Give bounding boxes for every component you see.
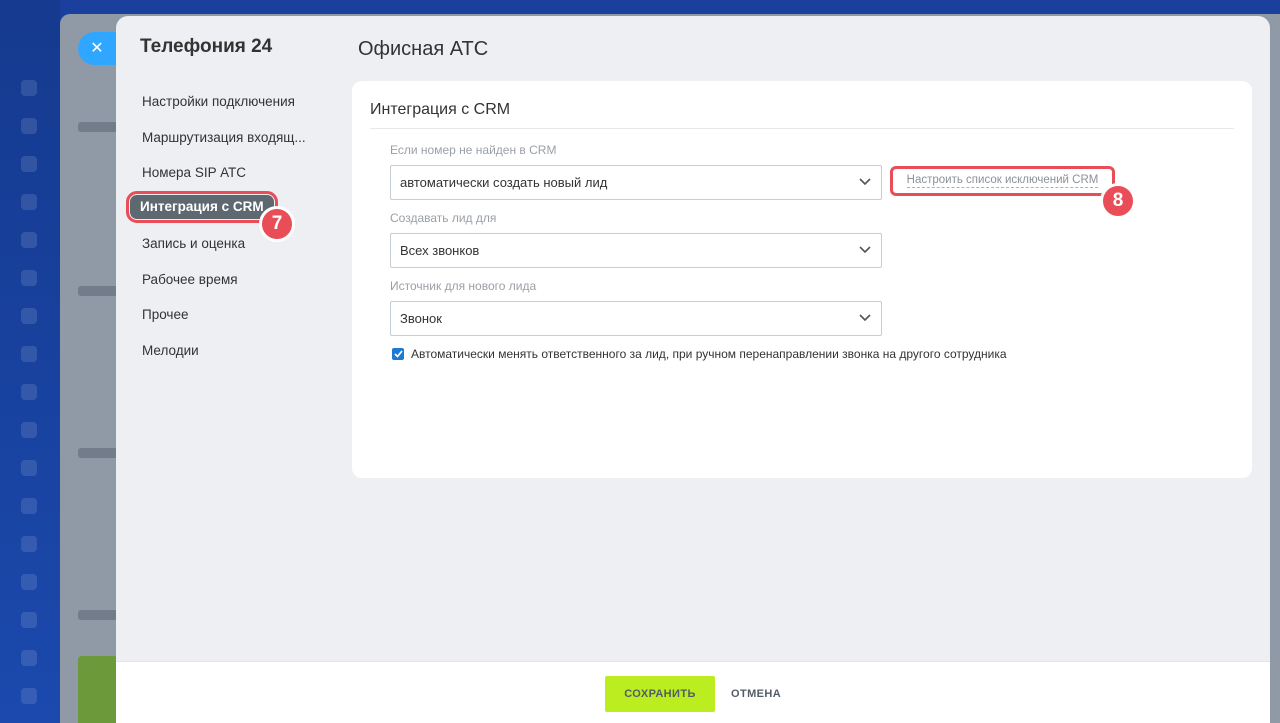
sidebar-item-routing[interactable]: Маршрутизация входящ... bbox=[130, 124, 330, 160]
chevron-down-icon bbox=[859, 246, 871, 254]
step-badge-8: 8 bbox=[1100, 183, 1136, 219]
auto-change-label: Автоматически менять ответственного за л… bbox=[411, 347, 1007, 361]
settings-slider-panel: Телефония 24 Настройки подключения Маршр… bbox=[116, 16, 1270, 723]
crm-integration-card: Интеграция с CRM Если номер не найден в … bbox=[352, 81, 1252, 478]
auto-change-checkbox[interactable] bbox=[392, 348, 404, 360]
sidebar-item-connection[interactable]: Настройки подключения bbox=[130, 88, 330, 124]
create-for-label: Создавать лид для bbox=[390, 211, 497, 225]
close-slider-button[interactable]: ✕ bbox=[78, 32, 118, 65]
exceptions-link-text: Настроить список исключений CRM bbox=[906, 174, 1099, 188]
sidebar-item-work-time[interactable]: Рабочее время bbox=[130, 266, 330, 302]
sidebar-item-recording[interactable]: Запись и оценка bbox=[130, 230, 330, 266]
chevron-down-icon bbox=[859, 178, 871, 186]
save-button[interactable]: СОХРАНИТЬ bbox=[605, 676, 715, 712]
select-value: Звонок bbox=[400, 311, 442, 326]
background-app-sidebar bbox=[0, 0, 60, 723]
divider bbox=[370, 128, 1234, 129]
sidebar-item-melodies[interactable]: Мелодии bbox=[130, 337, 330, 373]
page-title: Офисная АТС bbox=[358, 38, 489, 60]
app-title: Телефония 24 bbox=[140, 36, 273, 57]
chevron-down-icon bbox=[859, 314, 871, 322]
create-for-select[interactable]: Всех звонков bbox=[390, 233, 882, 268]
settings-nav: Настройки подключения Маршрутизация вход… bbox=[126, 88, 330, 373]
settings-sidebar: Телефония 24 Настройки подключения Маршр… bbox=[116, 16, 336, 661]
footer-bar: СОХРАНИТЬ ОТМЕНА bbox=[116, 661, 1270, 723]
not-found-select[interactable]: автоматически создать новый лид bbox=[390, 165, 882, 200]
select-value: Всех звонков bbox=[400, 243, 480, 258]
sidebar-item-crm-integration[interactable]: Интеграция с CRM bbox=[126, 190, 330, 231]
close-icon: ✕ bbox=[90, 39, 104, 57]
not-found-label: Если номер не найден в CRM bbox=[390, 143, 557, 157]
source-select[interactable]: Звонок bbox=[390, 301, 882, 336]
source-label: Источник для нового лида bbox=[390, 279, 537, 293]
exceptions-list-link[interactable]: Настроить список исключений CRM bbox=[890, 166, 1115, 196]
select-value: автоматически создать новый лид bbox=[400, 175, 608, 190]
sidebar-item-sip-numbers[interactable]: Номера SIP АТС bbox=[130, 159, 330, 195]
sidebar-item-other[interactable]: Прочее bbox=[130, 301, 330, 337]
auto-change-responsible-row: Автоматически менять ответственного за л… bbox=[392, 347, 1007, 361]
check-icon bbox=[393, 350, 403, 358]
background-icon-rail bbox=[14, 80, 44, 720]
step-badge-7: 7 bbox=[259, 206, 295, 242]
cancel-button[interactable]: ОТМЕНА bbox=[723, 676, 789, 712]
sidebar-item-label: Интеграция с CRM bbox=[126, 190, 278, 223]
card-title: Интеграция с CRM bbox=[370, 101, 511, 118]
